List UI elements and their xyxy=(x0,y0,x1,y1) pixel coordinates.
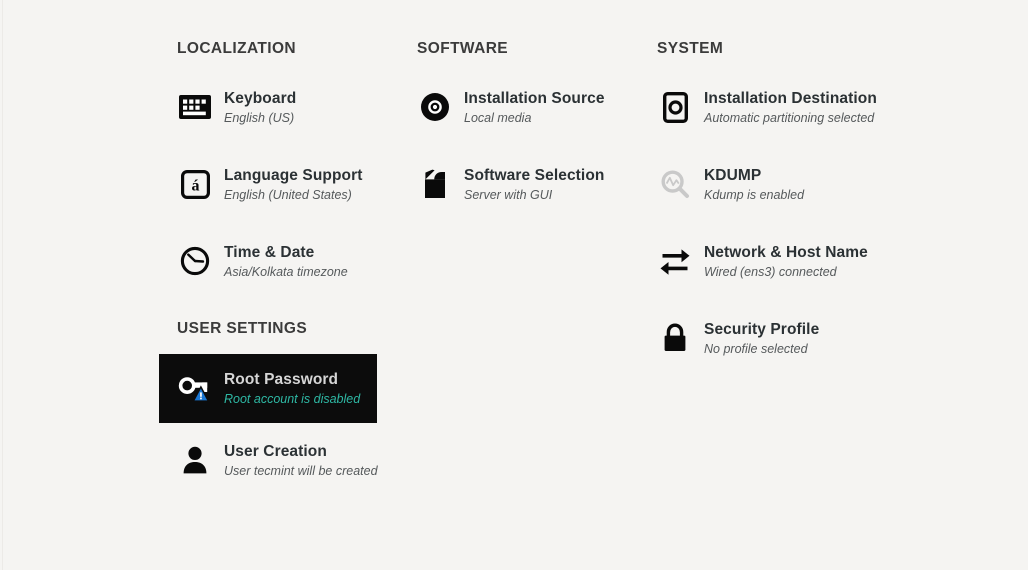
spoke-installation-source[interactable]: Installation Source Local media xyxy=(399,80,634,135)
spoke-text: Installation Source Local media xyxy=(464,88,626,127)
spoke-title: Root Password xyxy=(224,371,339,388)
spoke-title: Keyboard xyxy=(224,90,297,107)
key-warning-icon xyxy=(177,369,213,407)
spoke-subtitle: English (US) xyxy=(224,111,295,125)
spoke-title: Installation Source xyxy=(464,90,605,107)
section-user-settings: USER SETTINGS Root Password Root account… xyxy=(159,320,389,498)
spoke-subtitle: User tecmint will be created xyxy=(224,464,378,478)
section-system: SYSTEM Installation Destination Automati… xyxy=(639,40,889,388)
network-arrows-icon xyxy=(657,242,693,280)
spoke-subtitle: Root account is disabled xyxy=(224,392,361,406)
spoke-text: Installation Destination Automatic parti… xyxy=(704,88,881,127)
spoke-software-selection[interactable]: Software Selection Server with GUI xyxy=(399,157,634,212)
spoke-columns: LOCALIZATION Keyboard English (US) á Lan… xyxy=(0,0,1028,570)
spoke-subtitle: Wired (ens3) connected xyxy=(704,265,837,279)
magnifier-waveform-icon xyxy=(657,165,693,203)
spoke-text: Keyboard English (US) xyxy=(224,88,381,127)
lock-icon xyxy=(657,319,693,357)
spoke-subtitle: Automatic partitioning selected xyxy=(704,111,875,125)
spoke-list-software: Installation Source Local media Software… xyxy=(399,80,634,212)
section-heading-user-settings: USER SETTINGS xyxy=(177,320,308,337)
spoke-title: Time & Date xyxy=(224,244,315,261)
spoke-title: Network & Host Name xyxy=(704,244,868,261)
language-support-icon: á xyxy=(177,165,213,203)
spoke-list-system: Installation Destination Automatic parti… xyxy=(639,80,889,366)
spoke-title: Software Selection xyxy=(464,167,605,184)
spoke-title: KDUMP xyxy=(704,167,762,184)
installation-summary-screen: LOCALIZATION Keyboard English (US) á Lan… xyxy=(0,0,1028,570)
spoke-text: Network & Host Name Wired (ens3) connect… xyxy=(704,242,881,281)
spoke-kdump[interactable]: KDUMP Kdump is enabled xyxy=(639,157,889,212)
spoke-title: User Creation xyxy=(224,443,327,460)
spoke-network-and-host-name[interactable]: Network & Host Name Wired (ens3) connect… xyxy=(639,234,889,289)
spoke-title: Language Support xyxy=(224,167,363,184)
spoke-subtitle: Asia/Kolkata timezone xyxy=(224,265,348,279)
spoke-text: Software Selection Server with GUI xyxy=(464,165,626,204)
user-icon xyxy=(177,441,213,479)
spoke-text: Language Support English (United States) xyxy=(224,165,381,204)
spoke-user-creation[interactable]: User Creation User tecmint will be creat… xyxy=(159,433,389,488)
spoke-title: Security Profile xyxy=(704,321,820,338)
spoke-time-and-date[interactable]: Time & Date Asia/Kolkata timezone xyxy=(159,234,389,289)
section-heading-localization: LOCALIZATION xyxy=(177,40,297,57)
spoke-text: KDUMP Kdump is enabled xyxy=(704,165,881,204)
spoke-installation-destination[interactable]: Installation Destination Automatic parti… xyxy=(639,80,889,135)
spoke-list-localization: Keyboard English (US) á Language Support… xyxy=(159,80,389,289)
section-localization: LOCALIZATION Keyboard English (US) á Lan… xyxy=(159,40,389,311)
spoke-subtitle: Kdump is enabled xyxy=(704,188,805,202)
svg-text:á: á xyxy=(191,177,199,194)
spoke-text: Root Password Root account is disabled xyxy=(224,369,369,408)
keyboard-icon xyxy=(177,88,213,126)
spoke-subtitle: No profile selected xyxy=(704,342,808,356)
spoke-root-password[interactable]: Root Password Root account is disabled xyxy=(159,354,377,423)
spoke-title: Installation Destination xyxy=(704,90,877,107)
disc-icon xyxy=(417,88,453,126)
spoke-text: User Creation User tecmint will be creat… xyxy=(224,441,381,480)
spoke-language-support[interactable]: á Language Support English (United State… xyxy=(159,157,389,212)
harddrive-icon xyxy=(657,88,693,126)
section-heading-system: SYSTEM xyxy=(657,40,724,57)
spoke-subtitle: Server with GUI xyxy=(464,188,553,202)
spoke-text: Security Profile No profile selected xyxy=(704,319,881,358)
clock-icon xyxy=(177,242,213,280)
spoke-keyboard[interactable]: Keyboard English (US) xyxy=(159,80,389,135)
spoke-subtitle: Local media xyxy=(464,111,532,125)
section-heading-software: SOFTWARE xyxy=(417,40,509,57)
spoke-subtitle: English (United States) xyxy=(224,188,352,202)
spoke-text: Time & Date Asia/Kolkata timezone xyxy=(224,242,381,281)
section-software: SOFTWARE Installation Source Local media xyxy=(399,40,634,234)
package-icon xyxy=(417,165,453,203)
spoke-security-profile[interactable]: Security Profile No profile selected xyxy=(639,311,889,366)
